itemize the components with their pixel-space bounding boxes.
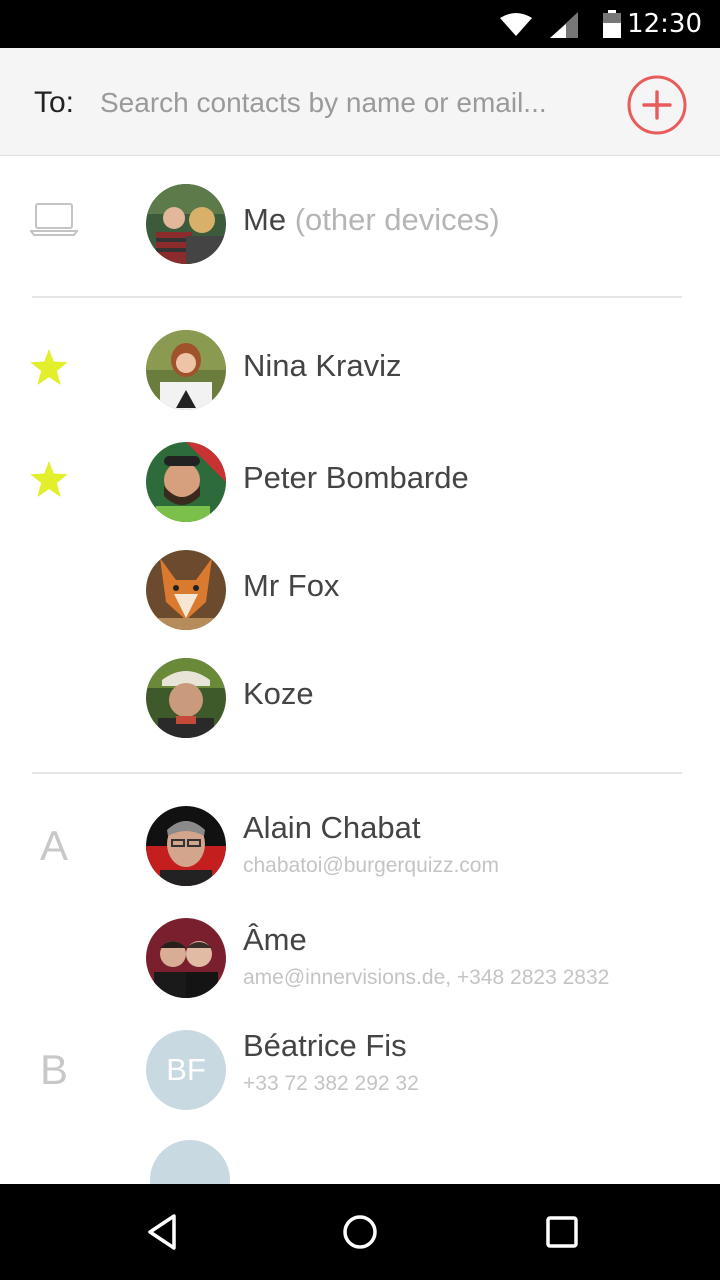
avatar (146, 918, 226, 998)
list-item-mr-fox[interactable]: Mr Fox (0, 548, 720, 632)
clock: 12:30 (627, 9, 702, 39)
to-label: To: (34, 86, 75, 119)
back-icon[interactable] (138, 1210, 186, 1254)
contact-name: Peter Bombarde (243, 460, 469, 495)
divider (32, 772, 682, 774)
avatar (146, 442, 226, 522)
list-item-koze[interactable]: Koze (0, 656, 720, 740)
status-bar: 12:30 (0, 0, 720, 48)
laptop-icon (30, 203, 78, 236)
divider (32, 296, 682, 298)
avatar-initials: BF (146, 1030, 226, 1110)
add-contact-button[interactable] (627, 75, 687, 135)
avatar (146, 550, 226, 630)
contact-name: Me (other devices) (243, 202, 500, 237)
avatar (146, 658, 226, 738)
navigation-bar (0, 1184, 720, 1280)
recents-icon[interactable] (538, 1210, 586, 1254)
contact-detail: +33 72 382 292 32 (243, 1072, 419, 1095)
contact-search-input[interactable] (100, 78, 600, 128)
list-item-peter-bombarde[interactable]: Peter Bombarde (0, 440, 720, 524)
contact-detail: ame@innervisions.de, +348 2823 2832 (243, 966, 610, 989)
avatar (150, 1140, 230, 1184)
contact-list[interactable]: Me (other devices) Nina Kraviz Peter Bom… (0, 156, 720, 1184)
signal-icon (550, 12, 578, 38)
list-item-alain-chabat[interactable]: Alain Chabat chabatoi@burgerquizz.com (0, 804, 720, 888)
home-icon[interactable] (336, 1210, 384, 1254)
avatar (146, 330, 226, 410)
battery-icon (603, 10, 621, 38)
contact-name: Mr Fox (243, 568, 340, 603)
contact-name: Béatrice Fis (243, 1028, 407, 1063)
list-item-ame[interactable]: Âme ame@innervisions.de, +348 2823 2832 (0, 916, 720, 1000)
list-item-me[interactable]: Me (other devices) (0, 156, 720, 296)
avatar (146, 806, 226, 886)
list-item[interactable] (0, 1140, 720, 1184)
contact-name: Alain Chabat (243, 810, 421, 845)
wifi-icon (500, 13, 532, 36)
contact-name: Âme (243, 922, 307, 957)
list-item-nina-kraviz[interactable]: Nina Kraviz (0, 328, 720, 412)
contact-name: Nina Kraviz (243, 348, 402, 383)
contact-name: Koze (243, 676, 314, 711)
recipient-bar: To: (0, 48, 720, 156)
avatar (146, 184, 226, 264)
star-icon (30, 461, 68, 497)
list-item-beatrice-fis[interactable]: BF Béatrice Fis +33 72 382 292 32 (0, 1028, 720, 1112)
star-icon (30, 349, 68, 385)
contact-detail: chabatoi@burgerquizz.com (243, 854, 499, 877)
